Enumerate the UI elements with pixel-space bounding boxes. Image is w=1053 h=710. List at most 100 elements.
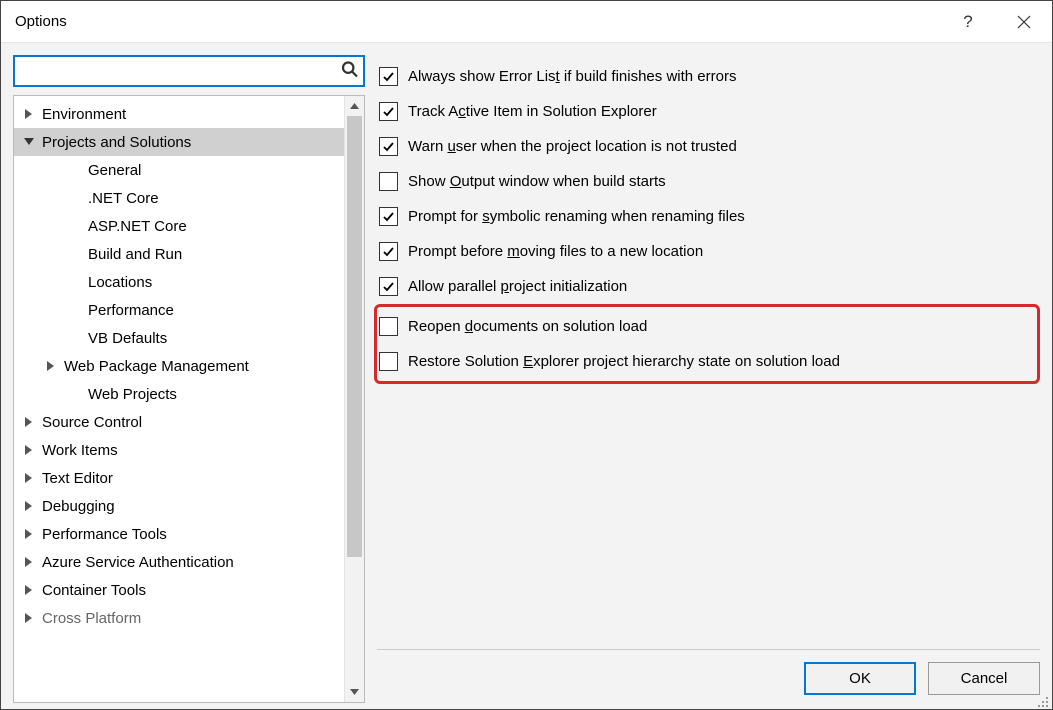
options-panel: Always show Error List if build finishes…: [377, 55, 1040, 645]
tree-item[interactable]: Container Tools: [14, 576, 344, 604]
options-dialog: Options ? Environment Projects and Soluti…: [0, 0, 1053, 710]
category-tree-container: Environment Projects and Solutions General…: [13, 95, 365, 703]
option-row: Allow parallel project initialization: [377, 269, 1040, 304]
tree-item[interactable]: Performance Tools: [14, 520, 344, 548]
resize-grip[interactable]: [1036, 693, 1050, 707]
tree-item[interactable]: Cross Platform: [14, 604, 344, 632]
option-label[interactable]: Prompt for symbolic renaming when renami…: [408, 208, 745, 225]
option-checkbox[interactable]: [379, 67, 398, 86]
search-input[interactable]: [13, 55, 365, 87]
option-label[interactable]: Allow parallel project initialization: [408, 278, 627, 295]
dialog-footer: OK Cancel: [377, 662, 1040, 703]
tree-scrollbar[interactable]: [344, 96, 364, 702]
tree-item-label: Build and Run: [88, 246, 182, 263]
option-checkbox[interactable]: [379, 242, 398, 261]
tree-item-label: Text Editor: [42, 470, 113, 487]
chevron-right-icon[interactable]: [22, 613, 36, 623]
dialog-body: Environment Projects and Solutions General…: [1, 43, 1052, 709]
chevron-right-icon[interactable]: [22, 109, 36, 119]
close-button[interactable]: [996, 1, 1052, 42]
option-label[interactable]: Show Output window when build starts: [408, 173, 666, 190]
ok-button[interactable]: OK: [804, 662, 916, 695]
chevron-right-icon[interactable]: [22, 501, 36, 511]
close-icon: [1017, 15, 1031, 29]
chevron-right-icon[interactable]: [22, 417, 36, 427]
chevron-right-icon[interactable]: [22, 529, 36, 539]
tree-item[interactable]: Performance: [14, 296, 344, 324]
option-checkbox[interactable]: [379, 137, 398, 156]
cancel-button[interactable]: Cancel: [928, 662, 1040, 695]
tree-item[interactable]: Environment: [14, 100, 344, 128]
category-tree[interactable]: Environment Projects and Solutions General…: [14, 96, 344, 702]
tree-item[interactable]: Debugging: [14, 492, 344, 520]
chevron-right-icon[interactable]: [22, 445, 36, 455]
search-icon[interactable]: [341, 61, 359, 82]
tree-item[interactable]: Source Control: [14, 408, 344, 436]
tree-item[interactable]: Build and Run: [14, 240, 344, 268]
footer-divider: [377, 649, 1040, 650]
tree-item-label: Environment: [42, 106, 126, 123]
right-column: Always show Error List if build finishes…: [377, 55, 1040, 703]
tree-item-label: Performance: [88, 302, 174, 319]
scroll-down-button[interactable]: [345, 682, 364, 702]
option-checkbox[interactable]: [379, 317, 398, 336]
chevron-right-icon[interactable]: [22, 473, 36, 483]
scroll-up-button[interactable]: [345, 96, 364, 116]
tree-item[interactable]: Web Projects: [14, 380, 344, 408]
option-row: Restore Solution Explorer project hierar…: [377, 344, 1033, 379]
tree-item[interactable]: Locations: [14, 268, 344, 296]
tree-item[interactable]: General: [14, 156, 344, 184]
titlebar-buttons: ?: [940, 1, 1052, 42]
tree-item-label: Source Control: [42, 414, 142, 431]
option-checkbox[interactable]: [379, 352, 398, 371]
scroll-track[interactable]: [345, 116, 364, 682]
tree-item[interactable]: .NET Core: [14, 184, 344, 212]
tree-item-label: Cross Platform: [42, 610, 141, 627]
chevron-right-icon[interactable]: [22, 557, 36, 567]
tree-item[interactable]: Azure Service Authentication: [14, 548, 344, 576]
option-row: Warn user when the project location is n…: [377, 129, 1040, 164]
tree-item-label: Web Package Management: [64, 358, 249, 375]
tree-item[interactable]: ASP.NET Core: [14, 212, 344, 240]
chevron-right-icon[interactable]: [44, 361, 58, 371]
option-row: Always show Error List if build finishes…: [377, 59, 1040, 94]
chevron-right-icon[interactable]: [22, 585, 36, 595]
option-label[interactable]: Track Active Item in Solution Explorer: [408, 103, 657, 120]
tree-item[interactable]: Work Items: [14, 436, 344, 464]
option-label[interactable]: Reopen documents on solution load: [408, 318, 647, 335]
tree-item[interactable]: Web Package Management: [14, 352, 344, 380]
tree-item[interactable]: Projects and Solutions: [14, 128, 344, 156]
option-label[interactable]: Restore Solution Explorer project hierar…: [408, 353, 840, 370]
titlebar: Options ?: [1, 1, 1052, 43]
tree-item-label: Azure Service Authentication: [42, 554, 234, 571]
tree-item-label: Projects and Solutions: [42, 134, 191, 151]
help-button[interactable]: ?: [940, 1, 996, 42]
option-row: Reopen documents on solution load: [377, 309, 1033, 344]
window-title: Options: [15, 13, 940, 30]
tree-item-label: Locations: [88, 274, 152, 291]
option-label[interactable]: Always show Error List if build finishes…: [408, 68, 736, 85]
tree-item[interactable]: Text Editor: [14, 464, 344, 492]
main-row: Environment Projects and Solutions General…: [13, 55, 1040, 703]
tree-item[interactable]: VB Defaults: [14, 324, 344, 352]
tree-item-label: Debugging: [42, 498, 115, 515]
option-checkbox[interactable]: [379, 172, 398, 191]
tree-item-label: Work Items: [42, 442, 118, 459]
option-checkbox[interactable]: [379, 102, 398, 121]
option-row: Prompt before moving files to a new loca…: [377, 234, 1040, 269]
scroll-thumb[interactable]: [347, 116, 362, 557]
option-row: Prompt for symbolic renaming when renami…: [377, 199, 1040, 234]
tree-item-label: General: [88, 162, 141, 179]
option-checkbox[interactable]: [379, 207, 398, 226]
option-row: Show Output window when build starts: [377, 164, 1040, 199]
tree-item-label: Web Projects: [88, 386, 177, 403]
tree-item-label: .NET Core: [88, 190, 159, 207]
option-checkbox[interactable]: [379, 277, 398, 296]
chevron-down-icon[interactable]: [22, 138, 36, 146]
option-row: Track Active Item in Solution Explorer: [377, 94, 1040, 129]
option-label[interactable]: Warn user when the project location is n…: [408, 138, 737, 155]
search-wrap: [13, 55, 365, 87]
option-label[interactable]: Prompt before moving files to a new loca…: [408, 243, 703, 260]
tree-item-label: VB Defaults: [88, 330, 167, 347]
left-column: Environment Projects and Solutions General…: [13, 55, 365, 703]
